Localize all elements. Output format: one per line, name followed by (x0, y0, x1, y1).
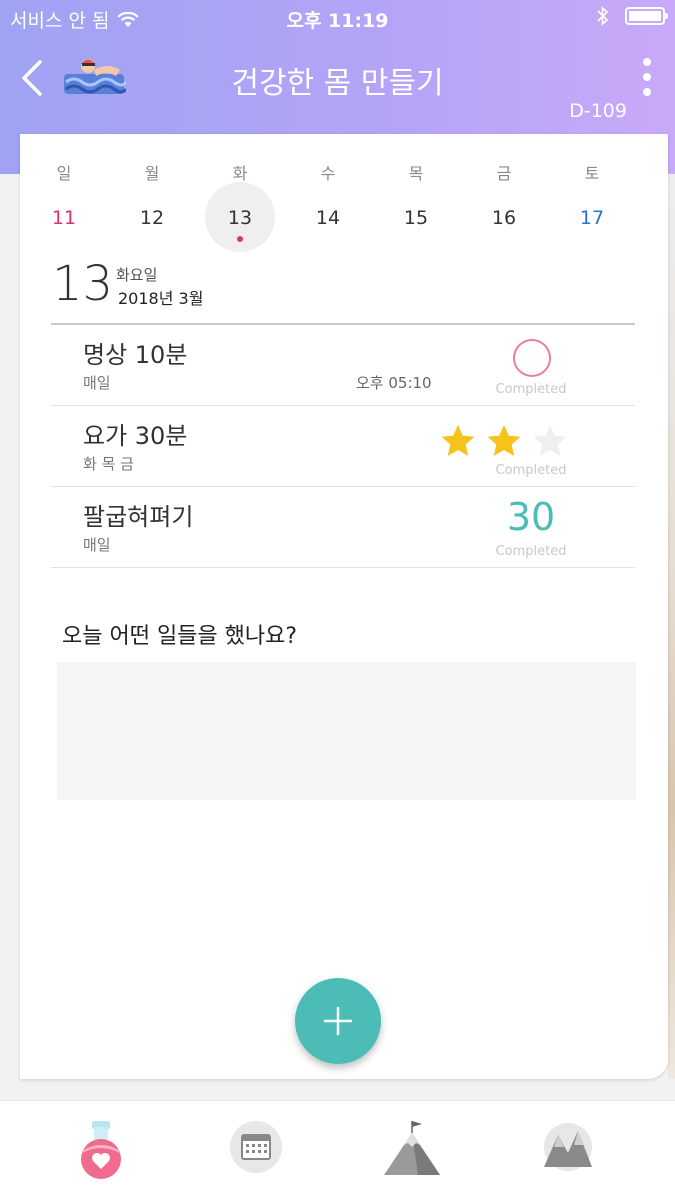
date-cell[interactable]: 14 (284, 182, 372, 254)
weekday-row: 일 월 화 수 목 금 토 (20, 160, 650, 184)
date-cell-selected[interactable]: 13 (196, 182, 284, 254)
journal-input[interactable] (57, 662, 636, 800)
habit-item[interactable]: 팔굽혀펴기 매일 30 Completed (51, 487, 635, 568)
date-cell[interactable]: 12 (108, 182, 196, 254)
more-dot-icon (643, 73, 651, 81)
circle-check-icon (513, 339, 551, 377)
calendar-icon (230, 1121, 282, 1173)
more-button[interactable] (637, 58, 657, 96)
main-card: 일 월 화 수 목 금 토 11 12 13 14 15 16 17 13 화요… (20, 134, 668, 1079)
weekday-label: 수 (320, 164, 336, 183)
date-cell[interactable]: 17 (548, 182, 636, 254)
battery-icon (625, 7, 668, 25)
habit-status-button[interactable]: Completed (441, 406, 581, 487)
habit-frequency: 화 목 금 (83, 455, 134, 473)
habit-name: 명상 10분 (83, 341, 188, 369)
tab-calendar[interactable] (222, 1117, 292, 1187)
date-cell[interactable]: 11 (20, 182, 108, 254)
selected-year-month: 2018년 3월 (118, 289, 204, 308)
star-filled-icon (487, 424, 521, 457)
habit-item[interactable]: 요가 30분 화 목 금 Completed (51, 406, 635, 487)
event-dot-icon (237, 236, 243, 242)
add-button[interactable] (295, 978, 381, 1064)
date-row: 11 12 13 14 15 16 17 (20, 182, 650, 254)
star-filled-icon (441, 424, 475, 457)
weekday-label: 금 (496, 164, 512, 183)
date-cell[interactable]: 16 (460, 182, 548, 254)
habit-status-button[interactable]: 30 Completed (481, 487, 581, 568)
weekday-label: 토 (584, 164, 600, 183)
status-bar: 서비스 안 됨 오후 11:19 (0, 0, 675, 36)
date-cell[interactable]: 15 (372, 182, 460, 254)
star-rating (439, 422, 569, 460)
journal-question: 오늘 어떤 일들을 했나요? (62, 624, 298, 649)
dday-label: D-109 (569, 100, 627, 122)
habit-alarm-time: 오후 05:10 (356, 374, 432, 392)
completed-label: Completed (495, 463, 567, 478)
status-time: 오후 11:19 (286, 10, 389, 32)
habit-count: 30 (506, 495, 556, 539)
bluetooth-icon (597, 6, 609, 26)
background-photo (668, 174, 675, 1079)
weekday-label: 화 (232, 164, 248, 183)
habit-name: 팔굽혀펴기 (83, 503, 194, 531)
plus-icon (323, 1006, 353, 1036)
selected-weekday: 화요일 (116, 266, 158, 284)
habit-item[interactable]: 명상 10분 매일 오후 05:10 Completed (51, 325, 635, 406)
completed-label: Completed (495, 544, 567, 559)
tab-goals[interactable] (378, 1117, 448, 1187)
habit-name: 요가 30분 (83, 422, 188, 450)
tab-mountains[interactable] (534, 1117, 604, 1187)
mountain-flag-icon (384, 1121, 440, 1175)
selected-day-number: 13 (52, 256, 114, 312)
page-title: 건강한 몸 만들기 (231, 66, 444, 101)
star-empty-icon (533, 424, 567, 457)
habit-status-button[interactable]: Completed (481, 325, 581, 406)
divider (51, 567, 635, 568)
tab-bar (0, 1100, 675, 1200)
more-dot-icon (643, 58, 651, 66)
completed-label: Completed (495, 382, 567, 397)
potion-heart-icon (81, 1121, 121, 1179)
mountains-icon (544, 1123, 592, 1171)
tab-habits[interactable] (66, 1117, 136, 1187)
weekday-label: 일 (56, 164, 72, 183)
weekday-label: 목 (408, 164, 424, 183)
weekday-label: 월 (144, 164, 160, 183)
habit-frequency: 매일 (83, 536, 111, 554)
habit-frequency: 매일 (83, 374, 111, 392)
more-dot-icon (643, 88, 651, 96)
